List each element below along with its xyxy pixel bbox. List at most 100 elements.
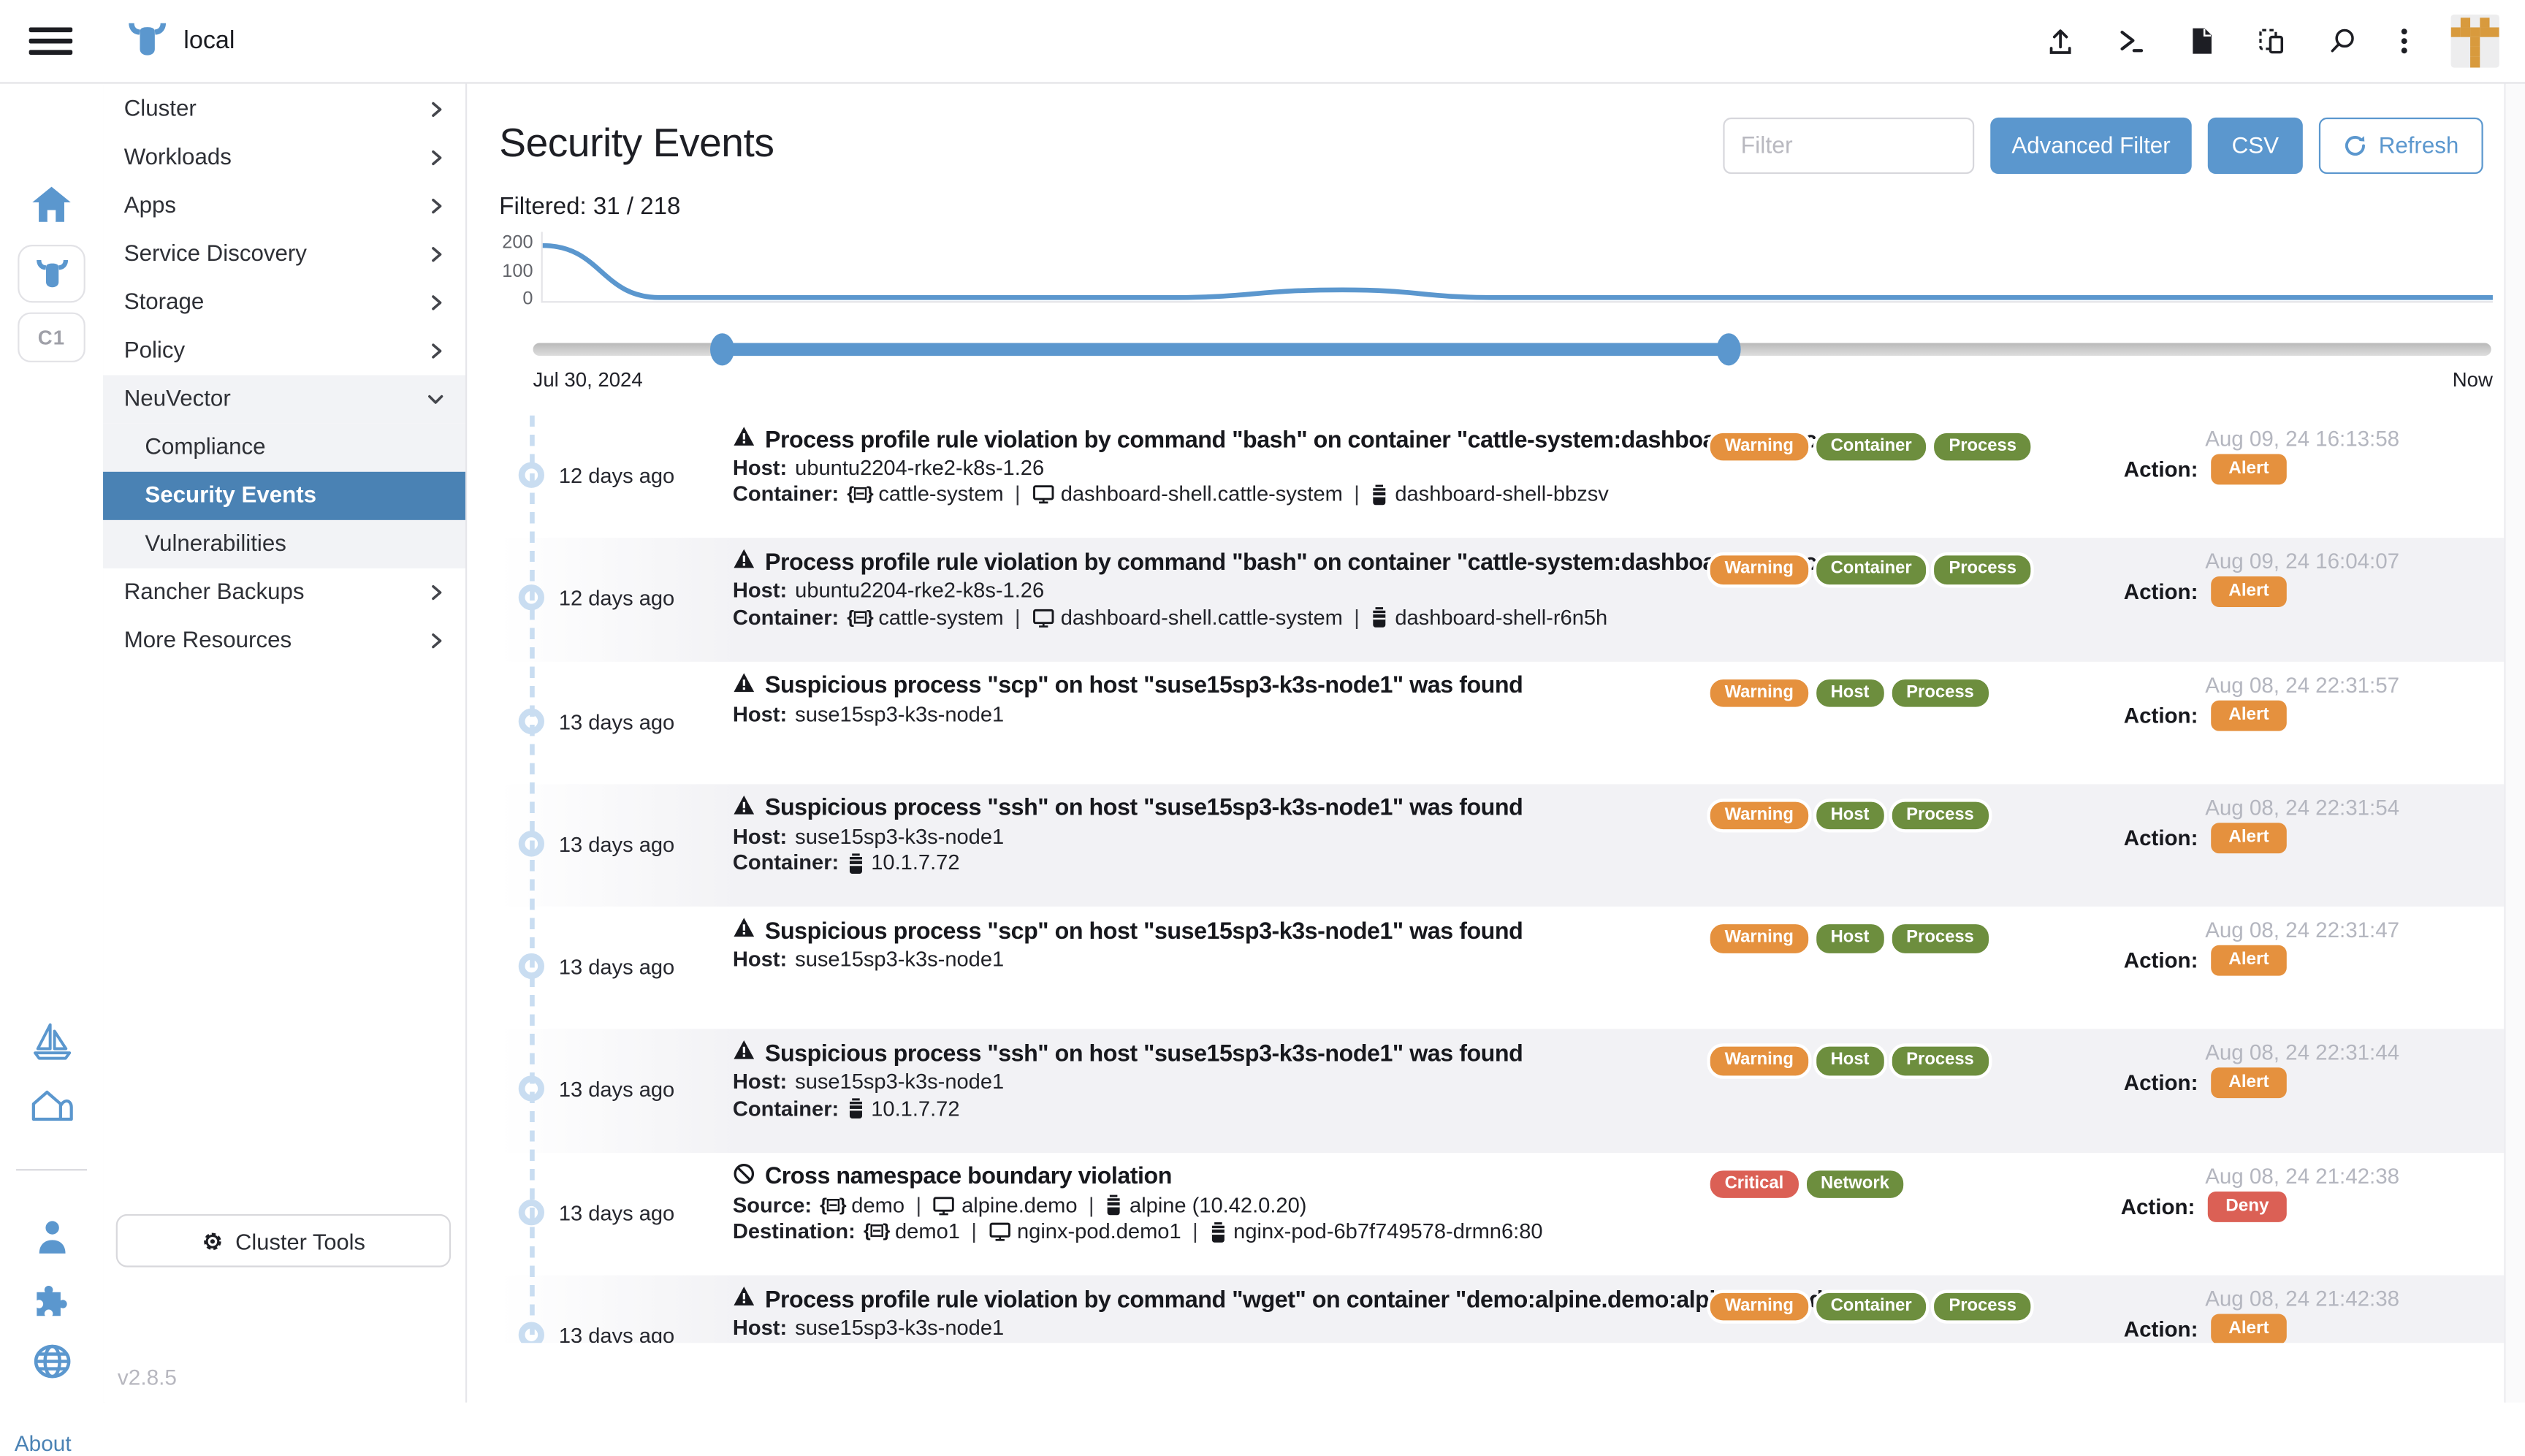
harvester-icon[interactable] bbox=[0, 1082, 103, 1124]
sidebar-item-vulnerabilities[interactable]: Vulnerabilities bbox=[103, 520, 465, 568]
event-action-badge: Deny bbox=[2208, 1192, 2287, 1222]
badge-host: Host bbox=[1813, 676, 1886, 710]
event-action: Action: Alert bbox=[2124, 823, 2287, 853]
namespace-icon: {⊟} bbox=[847, 481, 872, 508]
security-event-row[interactable]: 12 days ago Process profile rule violati… bbox=[499, 538, 2505, 661]
hamburger-menu-icon[interactable] bbox=[29, 27, 73, 54]
event-badges: WarningHostProcess bbox=[1707, 798, 1992, 833]
badge-process: Process bbox=[1889, 921, 1992, 956]
event-detail-line: Host:suse15sp3-k3s-node1 bbox=[733, 947, 1523, 973]
filtered-count-label: Filtered: 31 / 218 bbox=[499, 193, 680, 220]
vertical-scrollbar[interactable] bbox=[2504, 82, 2525, 1402]
event-timestamp: Aug 08, 24 21:42:38 bbox=[2205, 1287, 2399, 1311]
event-timestamp: Aug 09, 24 16:13:58 bbox=[2205, 427, 2399, 451]
home-icon[interactable] bbox=[0, 185, 103, 224]
pod-icon bbox=[1371, 484, 1388, 506]
badge-warning: Warning bbox=[1707, 921, 1811, 956]
cluster-c1-button[interactable]: C1 bbox=[0, 313, 103, 362]
sidebar-item-compliance[interactable]: Compliance bbox=[103, 424, 465, 472]
security-event-row[interactable]: 12 days ago Process profile rule violati… bbox=[499, 416, 2505, 538]
event-detail-line: Host:suse15sp3-k3s-node1 bbox=[733, 824, 1523, 850]
badge-host: Host bbox=[1813, 921, 1886, 956]
badge-host: Host bbox=[1813, 798, 1886, 833]
badge-process: Process bbox=[1931, 553, 2034, 587]
chevron-right-icon bbox=[427, 293, 446, 312]
sidebar-item-security-events[interactable]: Security Events bbox=[103, 472, 465, 520]
sidebar-item-storage[interactable]: Storage bbox=[103, 278, 465, 327]
kebab-menu-icon[interactable] bbox=[2398, 26, 2411, 56]
event-action-badge: Alert bbox=[2211, 454, 2287, 485]
advanced-filter-button[interactable]: Advanced Filter bbox=[1990, 118, 2192, 174]
security-event-row[interactable]: 13 days ago Suspicious process "scp" on … bbox=[499, 907, 2505, 1029]
badge-container: Container bbox=[1813, 553, 1930, 587]
user-avatar[interactable] bbox=[2451, 15, 2499, 68]
fleet-sailboat-icon[interactable] bbox=[0, 1019, 103, 1061]
sidebar-item-cluster[interactable]: Cluster bbox=[103, 85, 465, 134]
badge-process: Process bbox=[1889, 798, 1992, 833]
search-icon[interactable] bbox=[2327, 26, 2358, 56]
event-action-badge: Alert bbox=[2211, 823, 2287, 853]
sidebar-item-rancher-backups[interactable]: Rancher Backups bbox=[103, 568, 465, 617]
rancher-logo[interactable] bbox=[124, 18, 171, 71]
cluster-name[interactable]: local bbox=[183, 27, 235, 56]
warning-icon bbox=[733, 793, 755, 824]
sidebar-menu: ClusterWorkloadsAppsService DiscoverySto… bbox=[103, 82, 467, 1402]
slider-handle-end[interactable] bbox=[1716, 333, 1740, 365]
csv-button[interactable]: CSV bbox=[2208, 118, 2303, 174]
slider-handle-start[interactable] bbox=[709, 333, 734, 365]
event-title: Suspicious process "ssh" on host "suse15… bbox=[733, 1040, 1523, 1070]
event-action-badge: Alert bbox=[2211, 945, 2287, 976]
file-icon[interactable] bbox=[2187, 26, 2216, 56]
import-yaml-icon[interactable] bbox=[2256, 26, 2287, 56]
badge-critical: Critical bbox=[1707, 1167, 1801, 1201]
sidebar-item-neuvector[interactable]: NeuVector bbox=[103, 376, 465, 424]
event-detail-line: Source:{⊟}demo|alpine.demo|alpine (10.42… bbox=[733, 1193, 1543, 1219]
event-timestamp: Aug 08, 24 22:31:54 bbox=[2205, 796, 2399, 820]
namespace-icon: {⊟} bbox=[847, 1342, 872, 1343]
security-event-row[interactable]: 13 days ago Suspicious process "scp" on … bbox=[499, 661, 2505, 784]
time-range-slider[interactable] bbox=[533, 343, 2491, 356]
event-relative-time: 13 days ago bbox=[559, 955, 674, 979]
security-event-row[interactable]: 13 days ago Suspicious process "ssh" on … bbox=[499, 1029, 2505, 1152]
pod-icon bbox=[1371, 607, 1388, 628]
sidebar-item-workloads[interactable]: Workloads bbox=[103, 134, 465, 182]
extensions-puzzle-icon[interactable] bbox=[0, 1281, 103, 1322]
rancher-steer-icon bbox=[31, 255, 72, 292]
event-badges: WarningContainerProcess bbox=[1707, 430, 2034, 464]
kubectl-shell-icon[interactable] bbox=[2116, 26, 2147, 56]
badge-warning: Warning bbox=[1707, 1290, 1811, 1324]
security-event-row[interactable]: 13 days ago Process profile rule violati… bbox=[499, 1276, 2505, 1343]
event-detail-line: Container:{⊟}demo|alpine.demo|alpine bbox=[733, 1342, 1854, 1343]
filter-input[interactable] bbox=[1723, 118, 1974, 174]
sidebar-item-more-resources[interactable]: More Resources bbox=[103, 617, 465, 665]
event-detail-line: Host:suse15sp3-k3s-node1 bbox=[733, 1070, 1523, 1097]
y-axis-tick: 200 bbox=[468, 234, 533, 253]
about-link[interactable]: About bbox=[15, 1431, 72, 1455]
range-end-label: Now bbox=[2453, 369, 2493, 392]
event-title: Suspicious process "ssh" on host "suse15… bbox=[733, 793, 1523, 824]
security-event-row[interactable]: 13 days ago Cross namespace boundary vio… bbox=[499, 1153, 2505, 1276]
upload-icon[interactable] bbox=[2045, 26, 2076, 56]
sidebar-item-service-discovery[interactable]: Service Discovery bbox=[103, 230, 465, 278]
cluster-local-button[interactable] bbox=[0, 245, 103, 302]
badge-process: Process bbox=[1931, 1290, 2034, 1324]
sidebar-item-apps[interactable]: Apps bbox=[103, 182, 465, 230]
pod-icon bbox=[847, 853, 864, 874]
event-detail-line: Host:suse15sp3-k3s-node1 bbox=[733, 1316, 1854, 1342]
badge-process: Process bbox=[1889, 676, 1992, 710]
chevron-right-icon bbox=[427, 100, 446, 119]
warning-icon bbox=[733, 917, 755, 948]
sidebar-item-policy[interactable]: Policy bbox=[103, 327, 465, 375]
security-event-row[interactable]: 13 days ago Suspicious process "ssh" on … bbox=[499, 784, 2505, 907]
chevron-right-icon bbox=[427, 245, 446, 264]
refresh-button[interactable]: Refresh bbox=[2319, 118, 2483, 174]
chevron-right-icon bbox=[427, 341, 446, 360]
event-detail-line: Container:10.1.7.72 bbox=[733, 1096, 1523, 1122]
globe-icon[interactable] bbox=[0, 1343, 103, 1380]
refresh-label: Refresh bbox=[2379, 133, 2459, 159]
user-icon[interactable] bbox=[0, 1217, 103, 1256]
event-badges: WarningHostProcess bbox=[1707, 676, 1992, 710]
cluster-tools-button[interactable]: Cluster Tools bbox=[116, 1214, 451, 1268]
event-action: Action: Alert bbox=[2124, 700, 2287, 731]
event-relative-time: 13 days ago bbox=[559, 1078, 674, 1102]
